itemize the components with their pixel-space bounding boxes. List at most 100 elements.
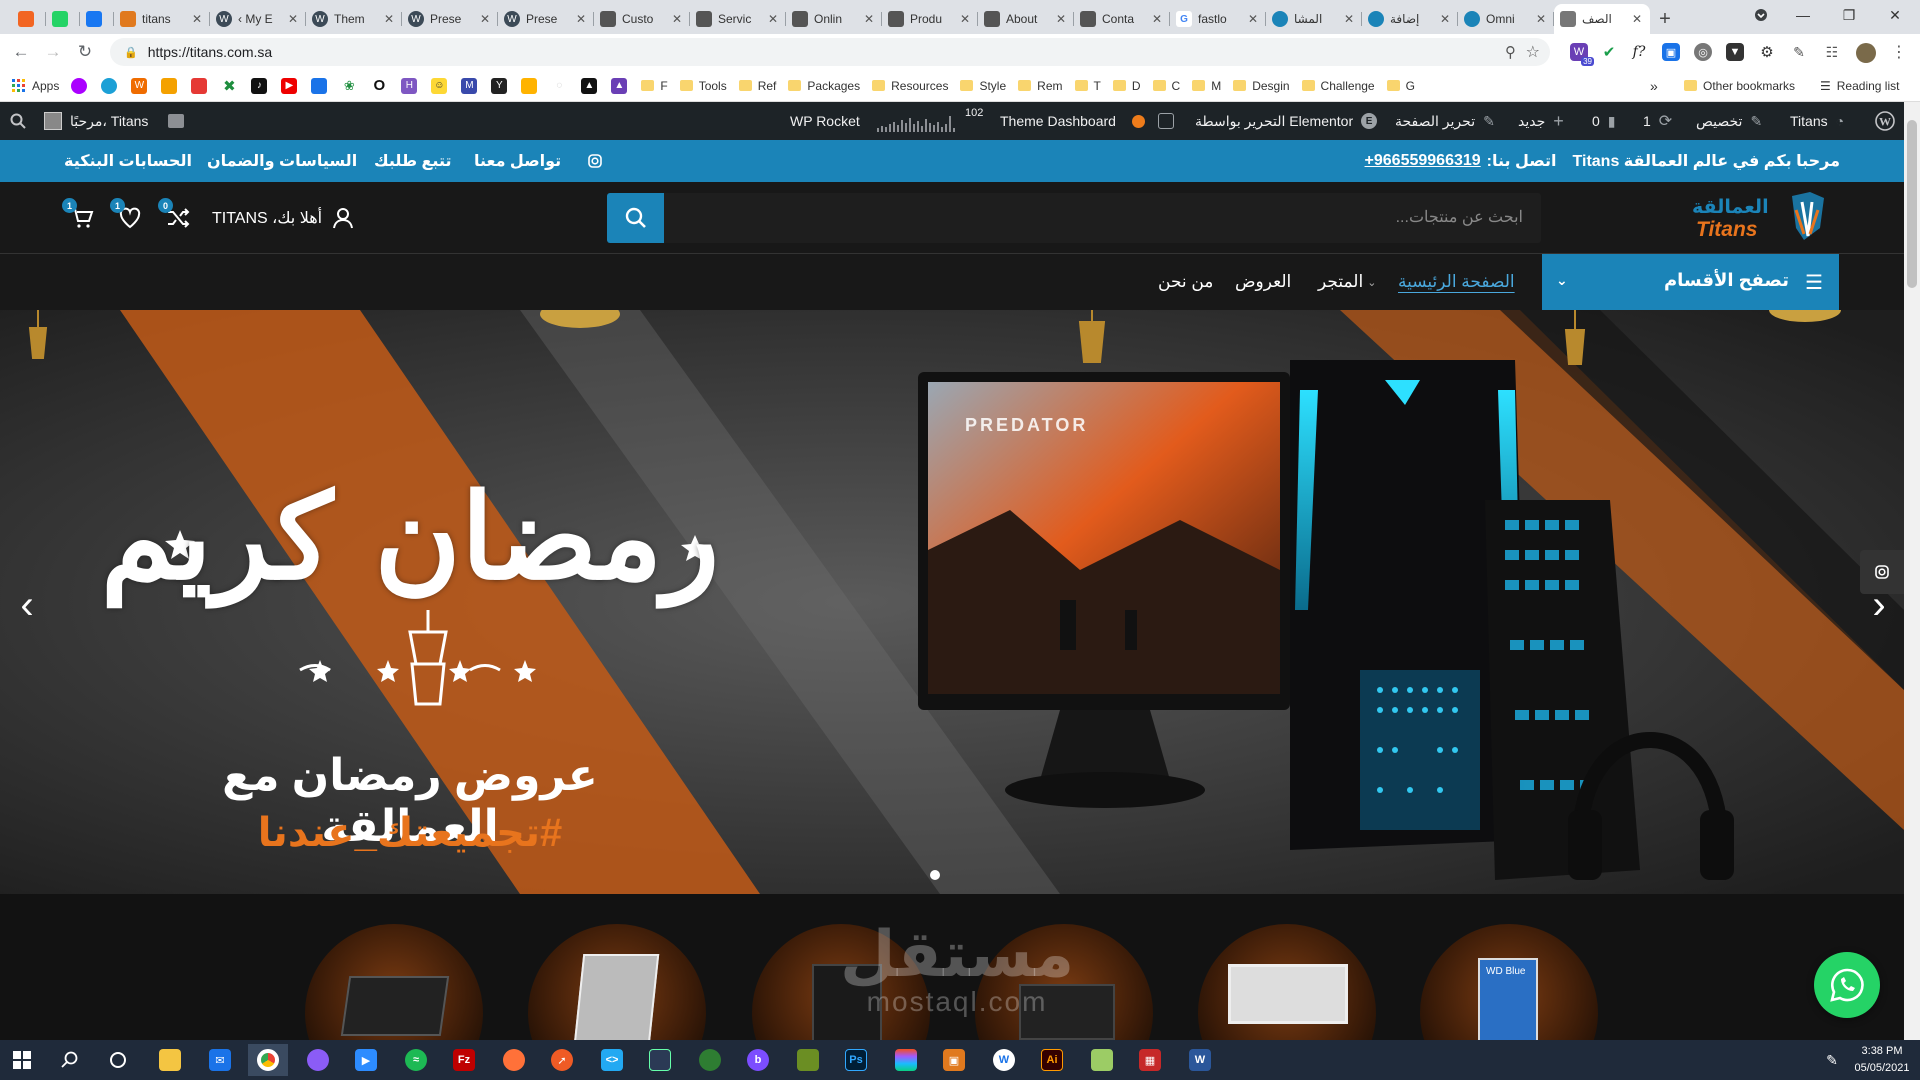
bookmark-folder[interactable]: T	[1074, 79, 1101, 93]
whatsapp-chat-button[interactable]	[1814, 952, 1880, 1018]
bookmark-folder[interactable]: Desgin	[1233, 79, 1290, 93]
page-scrollbar-thumb[interactable]	[1907, 120, 1917, 288]
taskbar-app-icon-14[interactable]: b	[738, 1044, 778, 1076]
taskbar-pen-icon[interactable]: ✎	[1812, 1044, 1852, 1076]
new-tab-button[interactable]: +	[1650, 4, 1680, 34]
bookmark-tiktok-icon[interactable]: ♪	[251, 77, 268, 94]
bookmark-folder[interactable]: Resources	[872, 79, 948, 93]
taskbar-messenger-icon[interactable]	[298, 1044, 338, 1076]
search-button[interactable]	[607, 193, 664, 243]
wp-elementor-link[interactable]: التحرير بواسطة Elementor E	[1195, 102, 1378, 140]
extension-screen-icon[interactable]: ▣	[1662, 43, 1680, 61]
taskbar-clock[interactable]: 3:38 PM 05/05/2021	[1848, 1043, 1916, 1077]
tab-close-icon[interactable]: ✕	[1438, 12, 1452, 26]
browser-tab[interactable]	[46, 4, 80, 34]
bookmark-folder[interactable]: Rem	[1018, 79, 1063, 93]
wp-comments-link[interactable]: 0 ▮	[1592, 102, 1616, 140]
other-bookmarks-folder[interactable]: Other bookmarks	[1684, 79, 1795, 93]
tab-close-icon[interactable]: ✕	[1534, 12, 1548, 26]
topbar-link-bank-accounts[interactable]: الحسابات البنكية	[64, 140, 192, 182]
bookmark-yt-icon[interactable]: Y	[491, 77, 508, 94]
browser-tab[interactable]: W Them ✕	[306, 4, 402, 34]
browser-tab[interactable]: Gfastlo ✕	[1170, 4, 1266, 34]
browse-categories-button[interactable]: ⌄ تصفح الأقسام ☰	[1542, 254, 1839, 310]
browser-tab[interactable]: W Prese ✕	[498, 4, 594, 34]
bookmark-youtube-icon[interactable]: ▶	[281, 77, 298, 94]
taskbar-app-icon-19[interactable]: W	[984, 1044, 1024, 1076]
tab-close-icon[interactable]: ✕	[190, 12, 204, 26]
tab-close-icon[interactable]: ✕	[574, 12, 588, 26]
bookmark-icon-18[interactable]: ▲	[581, 77, 598, 94]
wp-rocket-link[interactable]: WP Rocket	[790, 102, 860, 140]
minimize-button[interactable]: —	[1780, 0, 1826, 30]
extensions-puzzle-icon[interactable]: ☷	[1823, 43, 1841, 61]
taskbar-firefox-icon[interactable]	[494, 1044, 534, 1076]
wp-new-content-link[interactable]: جديد +	[1518, 102, 1564, 140]
reload-button[interactable]: ↻	[70, 37, 100, 67]
tab-close-icon[interactable]: ✕	[1054, 12, 1068, 26]
tab-close-icon[interactable]: ✕	[670, 12, 684, 26]
wp-edit-page-link[interactable]: تحرير الصفحة ✎	[1395, 102, 1495, 140]
reading-list-button[interactable]: ☰ Reading list	[1820, 79, 1899, 93]
browser-tab[interactable]: W Prese ✕	[402, 4, 498, 34]
browser-tab[interactable]: Custo ✕	[594, 4, 690, 34]
url-omnibox[interactable]: 🔒 https://titans.com.sa ⚲ ☆	[110, 38, 1550, 66]
close-window-button[interactable]: ✕	[1872, 0, 1918, 30]
taskbar-app-icon-15[interactable]	[788, 1044, 828, 1076]
profile-avatar[interactable]	[1856, 43, 1876, 63]
seo-status-dot-icon[interactable]	[1132, 102, 1145, 140]
topbar-link-track-order[interactable]: تتبع طلبك	[374, 140, 451, 182]
taskbar-file-explorer-icon[interactable]	[150, 1044, 190, 1076]
wp-site-menu[interactable]: Titans ◔	[1790, 102, 1844, 140]
taskbar-illustrator-icon[interactable]: Ai	[1032, 1044, 1072, 1076]
nav-shop[interactable]: المتجر ⌄	[1318, 254, 1376, 310]
bookmark-h-icon[interactable]: H	[401, 77, 418, 94]
bookmark-opera-icon[interactable]: O	[371, 77, 387, 94]
bookmark-folder[interactable]: Challenge	[1301, 79, 1375, 93]
cortana-icon[interactable]	[98, 1044, 138, 1076]
slider-dot[interactable]	[930, 870, 940, 880]
bookmark-icon-19[interactable]: ▲	[611, 77, 628, 94]
bookmark-leaf-icon[interactable]: ❀	[341, 78, 357, 94]
taskbar-notepad-icon[interactable]	[1082, 1044, 1122, 1076]
taskbar-app-icon-12[interactable]	[640, 1044, 680, 1076]
bookmark-icon-17[interactable]: ◌	[551, 78, 567, 94]
bookmark-folder[interactable]: D	[1112, 79, 1141, 93]
taskbar-word-icon[interactable]: W	[1180, 1044, 1220, 1076]
tab-close-icon[interactable]: ✕	[382, 12, 396, 26]
extension-eyedropper-icon[interactable]: ✎	[1790, 43, 1808, 61]
bookmark-folder[interactable]: F	[641, 79, 668, 93]
extension-w-icon[interactable]: W 39	[1570, 43, 1594, 66]
topbar-link-contact[interactable]: تواصل معنا	[474, 140, 561, 182]
topbar-link-policies[interactable]: السياسات والضمان	[207, 140, 357, 182]
wp-search-icon[interactable]	[10, 102, 26, 140]
restore-button[interactable]: ❐	[1826, 0, 1872, 30]
bookmark-folder[interactable]: G	[1386, 79, 1415, 93]
bookmark-icon-1[interactable]	[71, 77, 88, 94]
browser-tab[interactable]: W ‹ My E ✕	[210, 4, 306, 34]
browser-tab[interactable]: Servic ✕	[690, 4, 786, 34]
slider-prev-arrow[interactable]: ‹	[12, 580, 42, 630]
browser-tab[interactable]: titans ✕	[114, 4, 210, 34]
taskbar-photoshop-icon[interactable]: Ps	[836, 1044, 876, 1076]
category-motherboard[interactable]	[528, 924, 706, 1040]
browser-tab[interactable]: Omni ✕	[1458, 4, 1554, 34]
taskbar-chrome-icon[interactable]	[248, 1044, 288, 1076]
site-logo[interactable]: العمالقة Titans	[1692, 188, 1837, 248]
browser-tab[interactable]: Conta ✕	[1074, 4, 1170, 34]
browser-tab[interactable]: About ✕	[978, 4, 1074, 34]
taskbar-postman-icon[interactable]: ➚	[542, 1044, 582, 1076]
start-button[interactable]	[2, 1044, 42, 1076]
extension-font-icon[interactable]: f?	[1630, 43, 1648, 61]
wp-account-menu[interactable]: مرحبًا، Titans	[44, 102, 148, 140]
bookmark-folder[interactable]: M	[1192, 79, 1221, 93]
instagram-icon[interactable]	[588, 140, 602, 182]
taskbar-app-icon-22[interactable]: ▦	[1130, 1044, 1170, 1076]
bookmark-m-icon[interactable]: M	[461, 77, 478, 94]
taskbar-vscode-icon[interactable]: <>	[592, 1044, 632, 1076]
browser-tab[interactable]: إضافة ✕	[1362, 4, 1458, 34]
tab-close-icon[interactable]: ✕	[478, 12, 492, 26]
tab-close-icon[interactable]: ✕	[1630, 12, 1644, 26]
browser-tab[interactable]	[80, 4, 114, 34]
phone-link[interactable]: +966559966319	[1365, 152, 1481, 170]
